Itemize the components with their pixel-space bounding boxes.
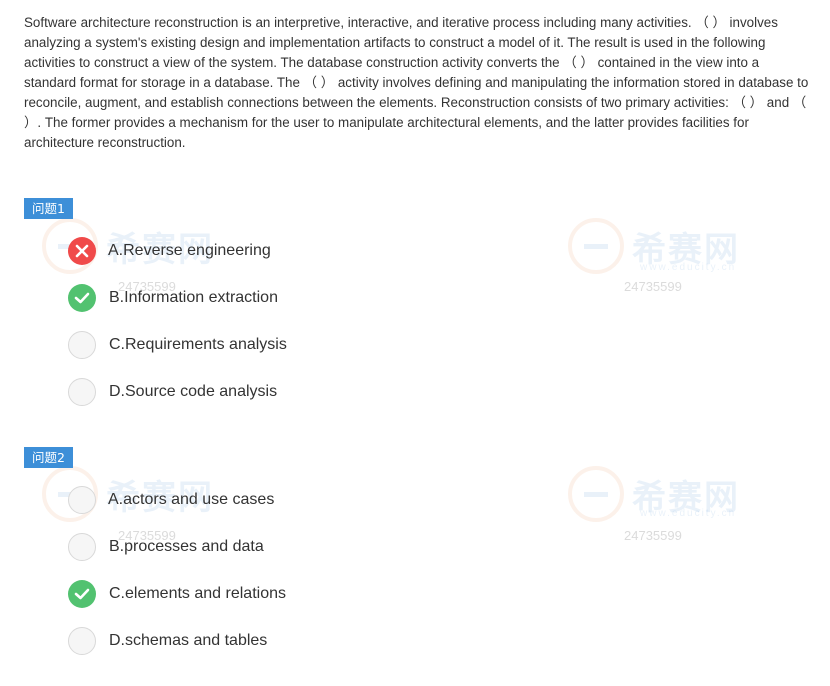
check-icon [68,580,96,608]
radio-circle [68,331,96,359]
option-label: D.Source code analysis [109,383,278,400]
option-1c[interactable]: C.Requirements analysis [68,331,287,359]
watermark-site: www.educity.cn [640,262,737,273]
option-label: D.schemas and tables [109,632,268,649]
question-text: Software architecture reconstruction is … [24,15,809,150]
radio-circle [68,627,96,655]
radio-circle [68,378,96,406]
option-1b[interactable]: B.Information extraction [68,284,278,312]
watermark-site: www.educity.cn [640,508,737,519]
watermark-brand: 希赛网 [632,229,740,270]
option-1a[interactable]: A.Reverse engineering [68,237,271,265]
x-icon [68,237,96,265]
watermark-brand: 希赛网 [632,477,740,518]
option-label: A.actors and use cases [108,491,275,508]
option-2c[interactable]: C.elements and relations [68,580,286,608]
option-2a[interactable]: A.actors and use cases [68,486,274,514]
option-2b[interactable]: B.processes and data [68,533,264,561]
option-label: B.processes and data [109,538,264,555]
option-label: B.Information extraction [109,289,278,306]
watermark-id: 24735599 [624,279,682,294]
check-icon [68,284,96,312]
option-1d[interactable]: D.Source code analysis [68,378,277,406]
option-label: C.elements and relations [109,585,286,602]
radio-circle [68,486,96,514]
question-badge-1: 问题1 [24,198,73,219]
watermark-logo: 希赛网 [568,218,740,274]
watermark-logo-icon [568,218,624,274]
watermark-id: 24735599 [624,528,682,543]
option-2d[interactable]: D.schemas and tables [68,627,267,655]
watermark-logo: 希赛网 [568,466,740,522]
radio-circle [68,533,96,561]
option-label: C.Requirements analysis [109,336,287,353]
watermark-logo-icon [568,466,624,522]
question-badge-2: 问题2 [24,447,73,468]
option-label: A.Reverse engineering [108,242,271,259]
